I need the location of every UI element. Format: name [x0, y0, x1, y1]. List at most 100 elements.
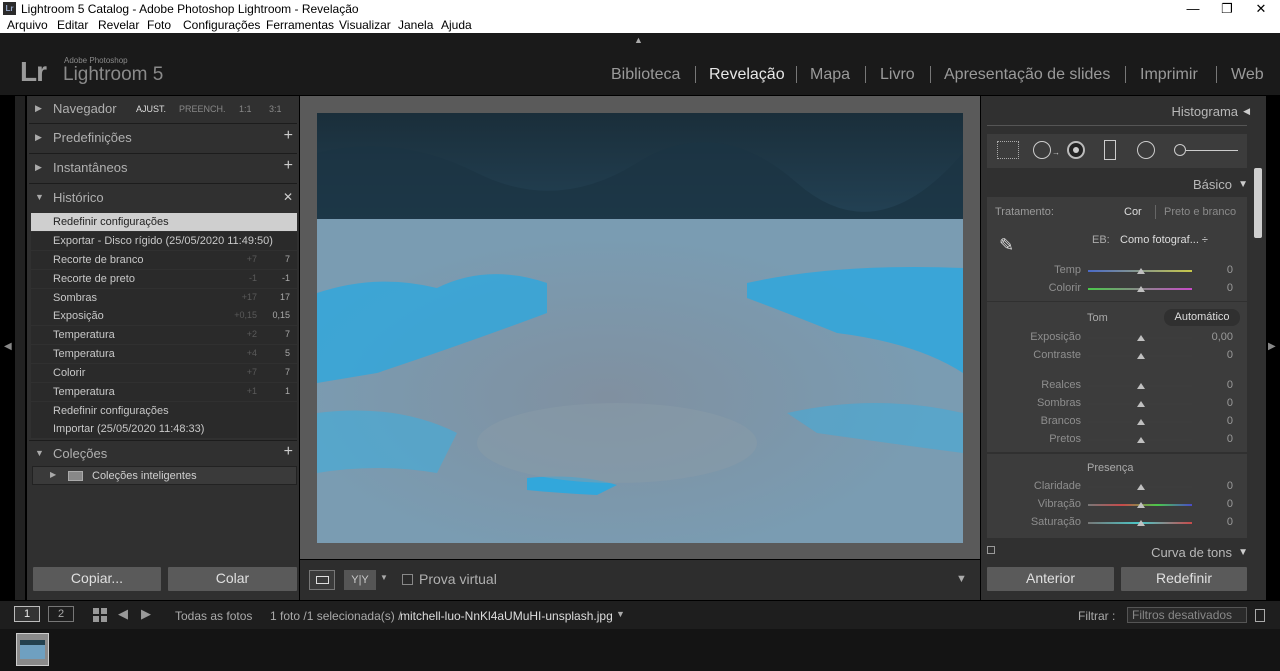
- clear-history-icon[interactable]: ✕: [283, 190, 293, 204]
- red-eye-icon[interactable]: [1067, 141, 1085, 159]
- history-item[interactable]: Sombras +17 17: [31, 289, 297, 307]
- contrast-value[interactable]: 0: [1193, 349, 1233, 361]
- tint-value[interactable]: 0: [1193, 282, 1233, 294]
- module-apresentacao[interactable]: Apresentação de slides: [944, 66, 1110, 84]
- minimize-button[interactable]: —: [1176, 0, 1210, 18]
- filename-dropdown-icon[interactable]: ▼: [616, 609, 625, 619]
- add-snapshot-icon[interactable]: +: [284, 157, 293, 175]
- back-arrow-icon[interactable]: ◀: [118, 606, 128, 622]
- vibrance-value[interactable]: 0: [1193, 498, 1233, 510]
- zoom-3-1[interactable]: 3:1: [269, 104, 282, 114]
- filename[interactable]: mitchell-luo-NnKl4aUMuHI-unsplash.jpg: [400, 609, 613, 623]
- adjustment-brush-icon[interactable]: [1174, 144, 1186, 156]
- saturation-value[interactable]: 0: [1193, 516, 1233, 528]
- grid-view-icon[interactable]: [93, 608, 107, 622]
- module-web[interactable]: Web: [1231, 66, 1264, 84]
- toolbar-menu-icon[interactable]: ▼: [956, 573, 967, 585]
- wb-select[interactable]: Como fotograf... ÷: [1120, 234, 1208, 246]
- collapse-top-icon[interactable]: ▲: [634, 35, 643, 45]
- menu-janela[interactable]: Janela: [398, 18, 433, 32]
- collections-header[interactable]: ▼ Coleções +: [27, 441, 299, 467]
- maximize-button[interactable]: ❐: [1210, 0, 1244, 18]
- history-item[interactable]: Redefinir configurações: [31, 402, 297, 420]
- exposure-thumb[interactable]: [1137, 335, 1145, 341]
- history-item[interactable]: Colorir +7 7: [31, 364, 297, 382]
- screen-1-button[interactable]: 1: [14, 606, 40, 622]
- tint-thumb[interactable]: [1137, 286, 1145, 292]
- smart-collections-row[interactable]: ▶ Coleções inteligentes: [32, 466, 297, 485]
- close-button[interactable]: ✕: [1244, 0, 1278, 18]
- before-after-dropdown-icon[interactable]: ▼: [380, 573, 388, 582]
- history-item[interactable]: Exposição +0,15 0,15: [31, 307, 297, 325]
- menu-arquivo[interactable]: Arquivo: [7, 18, 48, 32]
- photo-preview[interactable]: [317, 113, 963, 543]
- menu-ferramentas[interactable]: Ferramentas: [266, 18, 334, 32]
- module-mapa[interactable]: Mapa: [810, 66, 850, 84]
- filmstrip-thumbnail[interactable]: [16, 633, 49, 666]
- histogram-collapse-icon[interactable]: ◀: [1243, 106, 1250, 117]
- paste-button[interactable]: Colar: [168, 567, 297, 591]
- history-item[interactable]: Importar (25/05/2020 11:48:33): [31, 420, 297, 438]
- highlights-value[interactable]: 0: [1193, 379, 1233, 391]
- temp-value[interactable]: 0: [1193, 264, 1233, 276]
- filter-lock-icon[interactable]: [1255, 609, 1265, 622]
- crop-tool-icon[interactable]: [997, 141, 1019, 159]
- soft-proof-checkbox[interactable]: [402, 574, 413, 585]
- basic-collapse-icon[interactable]: ▼: [1238, 179, 1248, 190]
- add-collection-icon[interactable]: +: [284, 443, 293, 461]
- module-biblioteca[interactable]: Biblioteca: [611, 66, 680, 84]
- saturation-thumb[interactable]: [1137, 520, 1145, 526]
- add-preset-icon[interactable]: +: [284, 127, 293, 145]
- blacks-value[interactable]: 0: [1193, 433, 1233, 445]
- whites-value[interactable]: 0: [1193, 415, 1233, 427]
- history-item[interactable]: Recorte de preto -1 -1: [31, 270, 297, 288]
- auto-tone-button[interactable]: Automático: [1164, 309, 1240, 326]
- forward-arrow-icon[interactable]: ▶: [141, 606, 151, 622]
- graduated-filter-icon[interactable]: [1104, 140, 1116, 160]
- filter-select[interactable]: Filtros desativados: [1127, 607, 1247, 623]
- source-label[interactable]: Todas as fotos: [175, 609, 252, 623]
- presets-header[interactable]: ▶ Predefinições +: [27, 125, 299, 151]
- exposure-value[interactable]: 0,00: [1193, 331, 1233, 343]
- tone-curve-collapse-icon[interactable]: ▼: [1238, 547, 1248, 558]
- spot-removal-icon[interactable]: [1033, 141, 1051, 159]
- menu-configuracoes[interactable]: Configurações: [183, 18, 260, 32]
- module-imprimir[interactable]: Imprimir: [1140, 66, 1198, 84]
- screen-2-button[interactable]: 2: [48, 606, 74, 622]
- module-revelacao[interactable]: Revelação: [709, 66, 785, 84]
- zoom-1-1[interactable]: 1:1: [239, 104, 252, 114]
- zoom-fit[interactable]: AJUST.: [136, 104, 166, 114]
- highlights-thumb[interactable]: [1137, 383, 1145, 389]
- panel-switch-icon[interactable]: [987, 546, 995, 554]
- whites-thumb[interactable]: [1137, 419, 1145, 425]
- menu-visualizar[interactable]: Visualizar: [339, 18, 391, 32]
- shadows-value[interactable]: 0: [1193, 397, 1233, 409]
- treatment-color[interactable]: Cor: [1124, 206, 1142, 218]
- contrast-thumb[interactable]: [1137, 353, 1145, 359]
- clarity-thumb[interactable]: [1137, 484, 1145, 490]
- history-item[interactable]: Temperatura +4 5: [31, 345, 297, 363]
- loupe-view-button[interactable]: [309, 570, 335, 590]
- collapse-left-icon[interactable]: ◀: [4, 341, 12, 352]
- navigator-header[interactable]: ▶ Navegador AJUST. PREENCH. 1:1 3:1: [27, 96, 299, 122]
- menu-foto[interactable]: Foto: [147, 18, 171, 32]
- zoom-fill[interactable]: PREENCH.: [179, 104, 226, 114]
- history-item[interactable]: Temperatura +1 1: [31, 383, 297, 401]
- menu-ajuda[interactable]: Ajuda: [441, 18, 472, 32]
- before-after-button[interactable]: Y|Y: [344, 570, 376, 590]
- menu-revelar[interactable]: Revelar: [98, 18, 139, 32]
- collapse-right-icon[interactable]: ▶: [1268, 341, 1276, 352]
- module-livro[interactable]: Livro: [880, 66, 915, 84]
- history-item[interactable]: Redefinir configurações: [31, 213, 297, 231]
- history-item[interactable]: Exportar - Disco rígido (25/05/2020 11:4…: [31, 232, 297, 250]
- radial-filter-icon[interactable]: [1137, 141, 1155, 159]
- copy-button[interactable]: Copiar...: [33, 567, 161, 591]
- snapshots-header[interactable]: ▶ Instantâneos +: [27, 155, 299, 181]
- vibrance-thumb[interactable]: [1137, 502, 1145, 508]
- reset-button[interactable]: Redefinir: [1121, 567, 1247, 591]
- wb-eyedropper-icon[interactable]: ✎: [999, 235, 1021, 257]
- temp-thumb[interactable]: [1137, 268, 1145, 274]
- menu-editar[interactable]: Editar: [57, 18, 88, 32]
- left-scrollbar[interactable]: [15, 96, 25, 600]
- clarity-value[interactable]: 0: [1193, 480, 1233, 492]
